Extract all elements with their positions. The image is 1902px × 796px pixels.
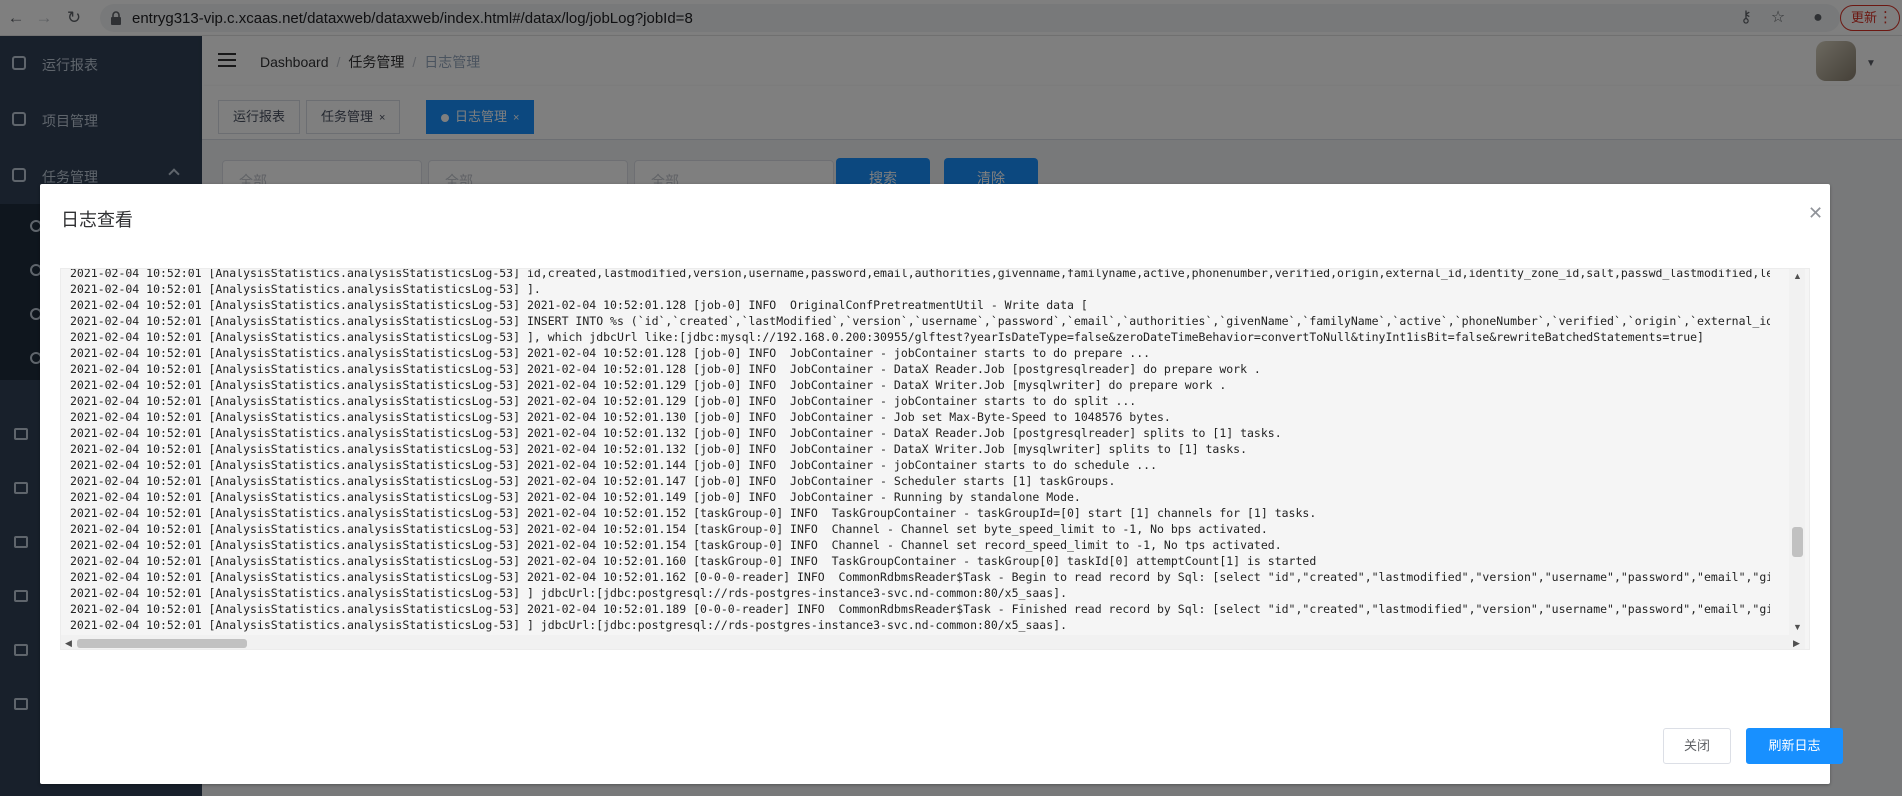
log-line: 2021-02-04 10:52:01 [AnalysisStatistics.… <box>70 490 1081 504</box>
log-line: 2021-02-04 10:52:01 [AnalysisStatistics.… <box>70 506 1317 520</box>
vertical-scrollbar[interactable]: ▲ ▼ <box>1789 269 1805 635</box>
log-line: 2021-02-04 10:52:01 [AnalysisStatistics.… <box>70 282 541 296</box>
refresh-log-button[interactable]: 刷新日志 <box>1746 728 1843 764</box>
log-line: 2021-02-04 10:52:01 [AnalysisStatistics.… <box>70 314 1770 328</box>
log-line: 2021-02-04 10:52:01 [AnalysisStatistics.… <box>70 346 1151 360</box>
scroll-thumb[interactable] <box>1792 527 1803 557</box>
log-line: 2021-02-04 10:52:01 [AnalysisStatistics.… <box>70 570 1770 584</box>
log-line: 2021-02-04 10:52:01 [AnalysisStatistics.… <box>70 362 1261 376</box>
scroll-left-icon[interactable]: ◀ <box>65 638 72 649</box>
log-line: 2021-02-04 10:52:01 [AnalysisStatistics.… <box>70 378 1227 392</box>
scroll-thumb[interactable] <box>77 639 247 648</box>
close-icon[interactable]: ✕ <box>1808 203 1823 224</box>
log-viewer[interactable]: 2021-02-04 10:52:01 [AnalysisStatistics.… <box>60 268 1810 650</box>
scroll-right-icon[interactable]: ▶ <box>1793 638 1800 649</box>
scroll-up-icon[interactable]: ▲ <box>1793 271 1802 281</box>
log-line: 2021-02-04 10:52:01 [AnalysisStatistics.… <box>70 474 1116 488</box>
log-content: 2021-02-04 10:52:01 [AnalysisStatistics.… <box>70 268 1770 650</box>
log-line: 2021-02-04 10:52:01 [AnalysisStatistics.… <box>70 410 1171 424</box>
log-line: 2021-02-04 10:52:01 [AnalysisStatistics.… <box>70 330 1704 344</box>
horizontal-scrollbar[interactable]: ◀ ▶ <box>61 635 1805 649</box>
log-line: 2021-02-04 10:52:01 [AnalysisStatistics.… <box>70 602 1770 616</box>
log-line: 2021-02-04 10:52:01 [AnalysisStatistics.… <box>70 554 1317 568</box>
close-button[interactable]: 关闭 <box>1663 728 1731 764</box>
log-line: 2021-02-04 10:52:01 [AnalysisStatistics.… <box>70 426 1282 440</box>
log-line: 2021-02-04 10:52:01 [AnalysisStatistics.… <box>70 618 1067 632</box>
log-line: 2021-02-04 10:52:01 [AnalysisStatistics.… <box>70 649 1770 650</box>
dialog-title: 日志查看 <box>61 210 133 230</box>
log-dialog: 日志查看 ✕ 2021-02-04 10:52:01 [AnalysisStat… <box>40 184 1843 784</box>
log-line: 2021-02-04 10:52:01 [AnalysisStatistics.… <box>70 442 1248 456</box>
log-line: 2021-02-04 10:52:01 [AnalysisStatistics.… <box>70 538 1282 552</box>
log-line: 2021-02-04 10:52:01 [AnalysisStatistics.… <box>70 522 1268 536</box>
scroll-down-icon[interactable]: ▼ <box>1793 622 1802 632</box>
log-line: 2021-02-04 10:52:01 [AnalysisStatistics.… <box>70 268 1770 280</box>
log-line: 2021-02-04 10:52:01 [AnalysisStatistics.… <box>70 458 1158 472</box>
log-line: 2021-02-04 10:52:01 [AnalysisStatistics.… <box>70 298 1088 312</box>
log-line: 2021-02-04 10:52:01 [AnalysisStatistics.… <box>70 586 1067 600</box>
log-line: 2021-02-04 10:52:01 [AnalysisStatistics.… <box>70 394 1137 408</box>
